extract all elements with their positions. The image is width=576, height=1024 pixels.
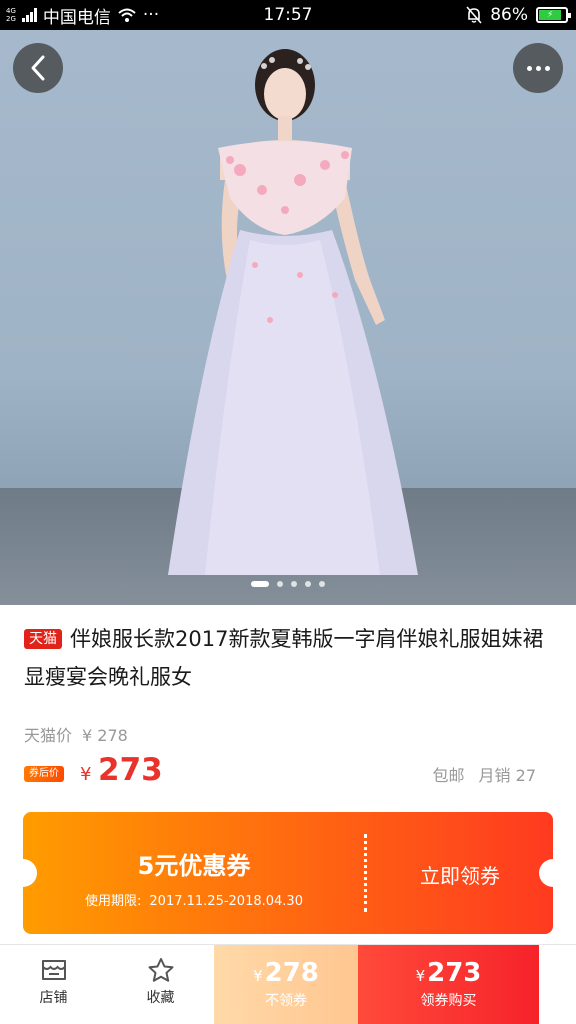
store-button[interactable]: 店铺 bbox=[0, 945, 107, 1024]
tmall-badge: 天猫 bbox=[24, 629, 62, 649]
no-coupon-price-value: 278 bbox=[264, 958, 319, 988]
carousel-dot[interactable] bbox=[319, 581, 325, 587]
original-price-label: 天猫价 bbox=[24, 726, 73, 745]
carousel-dot[interactable] bbox=[291, 581, 297, 587]
store-label: 店铺 bbox=[39, 990, 68, 1006]
mute-bell-icon bbox=[466, 6, 482, 24]
status-right: 86% ⚡ bbox=[466, 0, 571, 30]
original-price-value: ¥ 278 bbox=[82, 726, 128, 745]
price-value: 273 bbox=[98, 752, 163, 788]
claim-coupon-button[interactable]: 立即领券 bbox=[367, 860, 553, 889]
buy-without-coupon-button[interactable]: ¥278 不领券 bbox=[214, 945, 358, 1024]
product-title-text: 伴娘服长款2017新款夏韩版一字肩伴娘礼服姐妹裙显瘦宴会晚礼服女 bbox=[24, 627, 544, 689]
coupon-price-value: 273 bbox=[427, 958, 482, 988]
coupon-validity-range: 2017.11.25-2018.04.30 bbox=[149, 894, 303, 909]
no-coupon-label: 不领券 bbox=[265, 993, 307, 1009]
original-price: 天猫价 ¥ 278 bbox=[24, 722, 128, 746]
favorite-button[interactable]: 收藏 bbox=[107, 945, 214, 1024]
more-options-button[interactable] bbox=[513, 43, 563, 93]
shipping-sales: 包邮 月销 27 bbox=[419, 762, 536, 786]
buy-with-coupon-button[interactable]: ¥273 领券购买 bbox=[358, 945, 539, 1024]
price-currency: ¥ bbox=[80, 764, 92, 785]
coupon-buy-label: 领券购买 bbox=[420, 993, 477, 1009]
product-photo-dress bbox=[168, 49, 418, 575]
star-icon bbox=[148, 958, 173, 982]
battery-percent: 86% bbox=[490, 5, 528, 25]
store-icon bbox=[41, 960, 66, 980]
no-coupon-currency: ¥ bbox=[253, 967, 263, 985]
monthly-sales: 月销 27 bbox=[478, 766, 536, 785]
coupon-card[interactable]: 5元优惠券 使用期限: 2017.11.25-2018.04.30 立即领券 bbox=[23, 812, 553, 934]
free-shipping: 包邮 bbox=[432, 766, 465, 785]
favorite-label: 收藏 bbox=[146, 990, 175, 1006]
carousel-dot[interactable] bbox=[277, 581, 283, 587]
after-coupon-badge: 券后价 bbox=[24, 766, 64, 782]
product-title: 天猫 伴娘服长款2017新款夏韩版一字肩伴娘礼服姐妹裙显瘦宴会晚礼服女 bbox=[24, 620, 554, 696]
price-row: 券后价 ¥ 273 包邮 月销 27 bbox=[24, 752, 554, 792]
coupon-price: ¥273 bbox=[416, 958, 482, 991]
coupon-currency: ¥ bbox=[415, 967, 426, 985]
coupon-amount: 5元优惠券 bbox=[137, 852, 251, 880]
back-button[interactable] bbox=[13, 43, 63, 93]
status-bar: 4G 2G 中国电信 ··· 17:57 86% ⚡ bbox=[0, 0, 576, 30]
coupon-validity: 使用期限: 2017.11.25-2018.04.30 bbox=[23, 890, 365, 909]
product-image-carousel[interactable] bbox=[0, 30, 576, 605]
bottom-action-bar: 店铺 收藏 ¥278 不领券 ¥273 领券购买 bbox=[0, 944, 576, 1024]
battery-icon: ⚡ bbox=[536, 7, 571, 23]
no-coupon-price: ¥278 bbox=[253, 958, 319, 991]
carousel-indicator bbox=[0, 581, 576, 587]
carousel-dot[interactable] bbox=[305, 581, 311, 587]
chevron-left-icon bbox=[31, 55, 45, 81]
carousel-dot[interactable] bbox=[251, 581, 269, 587]
coupon-validity-label: 使用期限: bbox=[85, 894, 142, 909]
